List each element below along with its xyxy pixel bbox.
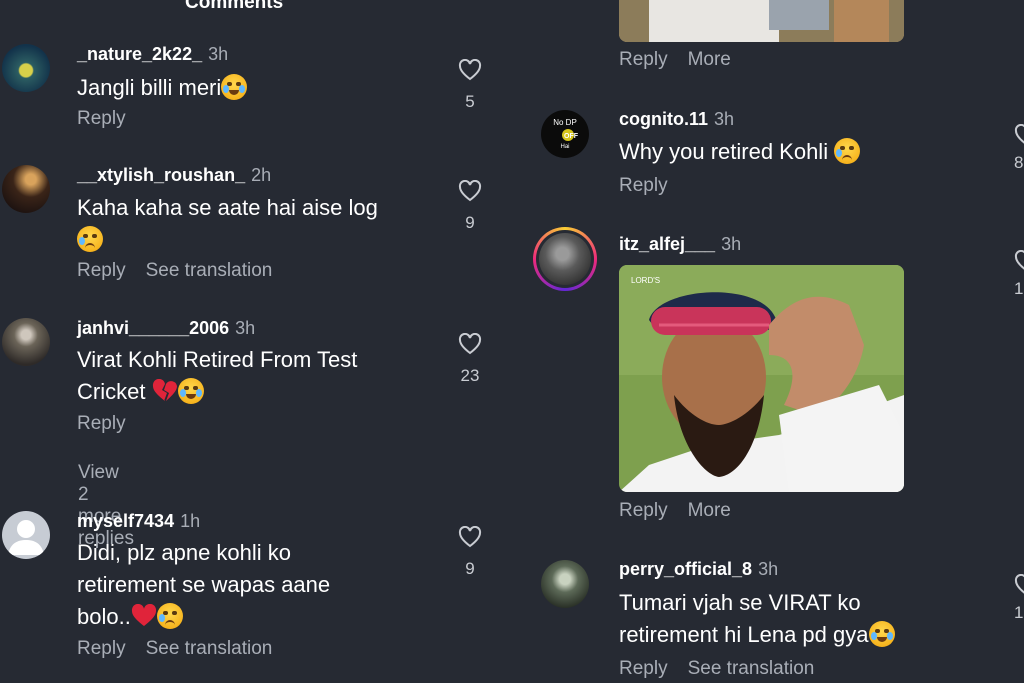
like-button[interactable]: 9 [458, 179, 482, 233]
avatar[interactable] [2, 44, 50, 92]
comment-time: 3h [721, 234, 742, 254]
reply-button[interactable]: Reply [619, 500, 668, 521]
see-translation-button[interactable]: See translation [688, 658, 815, 679]
comment-text: Tumari vjah se VIRAT ko retirement hi Le… [619, 587, 959, 651]
comment-time: 3h [714, 109, 735, 129]
comment-username[interactable]: itz_alfej___ [619, 234, 715, 254]
comment-username[interactable]: myself7434 [77, 511, 174, 531]
comment-time: 1h [180, 511, 201, 531]
svg-text:Hai: Hai [560, 144, 569, 150]
comment-text-content: Didi, plz apne kohli ko retirement se wa… [77, 540, 331, 629]
like-count: 9 [465, 213, 475, 232]
avatar[interactable] [541, 560, 589, 608]
like-count: 8 [1014, 153, 1024, 172]
heart-icon [458, 58, 482, 81]
heart-icon [458, 525, 482, 548]
avatar[interactable] [2, 318, 50, 366]
like-button[interactable]: 5 [458, 58, 482, 112]
heart-icon [458, 332, 482, 355]
comment-username[interactable]: janhvi______2006 [77, 318, 229, 338]
heart-icon [1014, 123, 1024, 144]
no-dp-avatar-graphic: No DP OFF Hai [553, 118, 579, 150]
gif-attachment[interactable]: LORD'S [619, 265, 904, 492]
like-button[interactable]: 23 [458, 332, 482, 386]
see-translation-button[interactable]: See translation [146, 638, 273, 659]
comment-text-content: Virat Kohli Retired From Test Cricket [77, 347, 358, 404]
reply-button[interactable]: Reply [77, 260, 126, 281]
attached-image[interactable] [619, 0, 904, 42]
comment-text-content: Kaha kaha se aate hai aise log [77, 195, 378, 220]
svg-text:OFF: OFF [564, 133, 579, 140]
comment-time: 3h [208, 44, 229, 64]
left-comments-panel: Comments _nature_2k22_ 3h Jangli billi me… [0, 0, 512, 683]
more-button[interactable]: More [688, 500, 731, 521]
heart-icon [458, 179, 482, 202]
comment-time: 3h [758, 559, 779, 579]
avatar[interactable] [2, 165, 50, 213]
heart-icon [1014, 573, 1024, 594]
right-comments-panel: Reply More No DP OFF Hai cognito.11 3h Why… [512, 0, 1024, 683]
reply-button[interactable]: Reply [77, 638, 126, 659]
heart-icon [1014, 249, 1024, 270]
crying-emoji [77, 226, 103, 252]
broken-heart-emoji [152, 379, 177, 401]
like-count: 9 [465, 559, 475, 578]
laugh-cry-emoji [868, 621, 895, 647]
comment-time: 3h [235, 318, 256, 338]
comment-text: Didi, plz apne kohli ko retirement se wa… [77, 537, 377, 633]
avatar[interactable]: No DP OFF Hai [541, 110, 589, 158]
like-count: 23 [460, 366, 480, 385]
default-avatar-icon [8, 520, 44, 555]
like-count: 5 [465, 92, 475, 111]
more-button[interactable]: More [688, 49, 731, 70]
like-button[interactable]: 1 [1014, 249, 1024, 299]
comment-text: Kaha kaha se aate hai aise log [77, 192, 437, 256]
comments-title: Comments [185, 0, 284, 13]
comment-text: Why you retired Kohli [619, 136, 959, 168]
avatar[interactable] [2, 511, 50, 559]
like-count: 1 [1014, 279, 1024, 298]
like-button[interactable]: 17 [1014, 573, 1024, 623]
comment-username[interactable]: _nature_2k22_ [77, 44, 202, 64]
reply-button[interactable]: Reply [619, 175, 668, 196]
laugh-cry-emoji [221, 74, 248, 100]
comment-text-content: Tumari vjah se VIRAT ko retirement hi Le… [619, 590, 869, 647]
like-count: 17 [1014, 603, 1024, 622]
comment-text-content: Jangli billi meri [77, 75, 222, 100]
cricket-photo [619, 0, 904, 42]
crying-emoji [156, 603, 183, 629]
comment-text: Virat Kohli Retired From Test Cricket [77, 344, 407, 408]
reply-button[interactable]: Reply [77, 108, 126, 129]
svg-text:LORD'S: LORD'S [631, 276, 660, 285]
sob-emoji [177, 378, 204, 404]
svg-text:No DP: No DP [553, 118, 577, 127]
red-heart-emoji [131, 604, 156, 626]
reply-button[interactable]: Reply [77, 413, 126, 434]
crying-emoji [834, 138, 861, 164]
avatar-story-ring[interactable] [533, 227, 597, 291]
comment-username[interactable]: cognito.11 [619, 109, 708, 129]
like-button[interactable]: 9 [458, 525, 482, 579]
like-button[interactable]: 8 [1014, 123, 1024, 173]
comment-username[interactable]: __xtylish_roushan_ [77, 165, 245, 185]
comment-text: Jangli billi meri [77, 72, 437, 104]
reply-button[interactable]: Reply [619, 658, 668, 679]
cricket-gif-image: LORD'S [619, 265, 904, 492]
see-translation-button[interactable]: See translation [146, 260, 273, 281]
reply-button[interactable]: Reply [619, 49, 668, 70]
comment-text-content: Why you retired Kohli [619, 139, 829, 164]
comment-time: 2h [251, 165, 272, 185]
comment-username[interactable]: perry_official_8 [619, 559, 752, 579]
